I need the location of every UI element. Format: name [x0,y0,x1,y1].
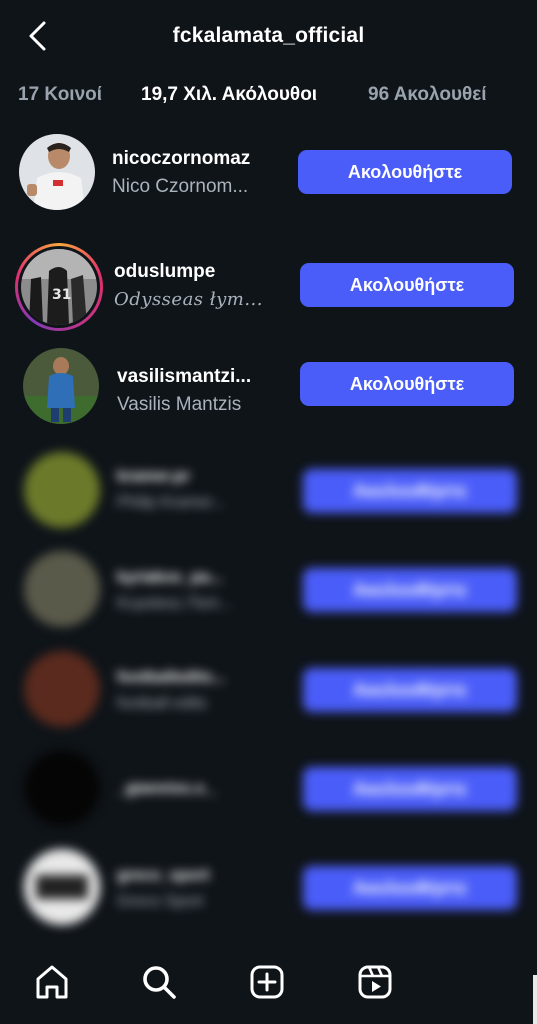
avatar[interactable] [24,750,100,826]
list-item[interactable]: kyriakos_pa... Κυριάκος Παπ... Ακολουθήσ… [0,551,537,647]
nav-search-button[interactable] [139,962,179,1002]
list-item[interactable]: kramer.pr Philip Kramer... Ακολουθήστε [0,452,537,548]
list-item[interactable]: greco_sport Greco Sport Ακολουθήστε [0,849,537,945]
tab-bar: 17 Κοινοί 19,7 Χιλ. Ακόλουθοι 96 Ακολουθ… [0,84,537,114]
home-icon [36,965,68,999]
list-item[interactable]: _gianniss.x._ Ακολουθήστε [0,750,537,846]
full-name: Greco Sport [117,893,204,910]
svg-text:31: 31 [52,287,71,303]
full-name: Philip Kramer... [117,494,226,511]
username[interactable]: oduslumpe [114,261,215,283]
full-name: Vasilis Mantzis [117,394,242,415]
username[interactable]: kramer.pr [117,468,190,486]
full-name: Nico Czornom... [112,176,249,197]
follow-button[interactable]: Ακολουθήστε [303,866,517,910]
list-item[interactable]: vasilismantzi... Vasilis Mantzis Ακολουθ… [0,348,537,444]
avatar[interactable] [24,651,100,727]
follow-button[interactable]: Ακολουθήστε [303,767,517,811]
avatar[interactable] [23,348,99,424]
follow-button[interactable]: Ακολουθήστε [303,668,517,712]
tab-mutual[interactable]: 17 Κοινοί [18,84,102,106]
tab-followers[interactable]: 19,7 Χιλ. Ακόλουθοι [141,84,317,106]
username[interactable]: kyriakos_pa... [117,569,223,587]
full-name: Κυριάκος Παπ... [117,595,233,612]
username[interactable]: greco_sport [117,867,209,885]
follow-button[interactable]: Ακολουθήστε [303,568,517,612]
follow-button[interactable]: Ακολουθήστε [300,263,514,307]
avatar: 31 [21,249,97,325]
nav-home-button[interactable] [32,962,72,1002]
tab-following[interactable]: 96 Ακολουθεί [368,84,487,106]
screen-edge [533,975,537,1024]
username[interactable]: footballedits... [117,669,225,687]
nav-reels-button[interactable] [355,962,395,1002]
full-name: Odysseas łym... [114,289,264,310]
bottom-nav [0,946,537,1024]
list-item[interactable]: footballedits... football edits Ακολουθή… [0,651,537,747]
reels-icon [358,965,392,999]
follow-button[interactable]: Ακολουθήστε [298,150,512,194]
username[interactable]: _gianniss.x._ [117,780,218,798]
username[interactable]: vasilismantzi... [117,366,251,388]
story-ring[interactable]: 31 [15,243,103,331]
search-icon [143,966,176,999]
follow-button[interactable]: Ακολουθήστε [303,469,517,513]
avatar[interactable] [24,849,100,925]
username[interactable]: nicoczornomaz [112,148,250,170]
avatar[interactable] [24,452,100,528]
follow-button[interactable]: Ακολουθήστε [300,362,514,406]
top-bar: fckalamata_official [0,0,537,72]
avatar[interactable] [24,551,100,627]
page-title: fckalamata_official [172,24,365,47]
list-item[interactable]: nicoczornomaz Nico Czornom... Ακολουθήστ… [0,132,537,228]
full-name: football edits [117,695,207,712]
nav-create-button[interactable] [247,962,287,1002]
avatar[interactable] [19,134,95,210]
list-item[interactable]: 31 oduslumpe Odysseas łym... Ακολουθήστε [0,243,537,339]
create-icon [250,965,284,999]
